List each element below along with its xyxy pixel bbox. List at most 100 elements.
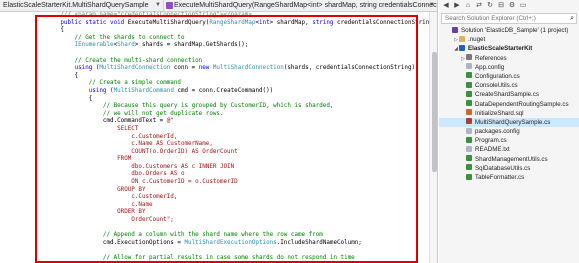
code-token: (shards, credentialsConnectionString)) [283, 65, 419, 72]
refresh-icon[interactable]: ↻ [486, 2, 494, 10]
cfg-file-icon [466, 63, 472, 70]
code-token: cmd = conn.CreateCommand()) [173, 87, 274, 94]
cs-file-icon [466, 72, 472, 79]
code-line: public static void ExecuteMultiShardQuer… [32, 19, 436, 28]
code-token: COUNT(o.OrderID) AS OrderCount [32, 148, 238, 155]
tree-item[interactable]: TableFormatter.cs [439, 173, 579, 182]
cs-file-icon [466, 90, 472, 97]
code-line: COUNT(o.OrderID) AS OrderCount [32, 149, 428, 157]
code-line: dbo.Customers AS c INNER JOIN [32, 164, 428, 172]
tree-item[interactable]: DataDependentRoutingSample.cs [439, 100, 579, 109]
code-token: { [32, 72, 79, 79]
explorer-search-input[interactable]: Search Solution Explorer (Ctrl+;) ⌕ [441, 13, 577, 24]
tree-item[interactable]: ◢ ElasticScaleStarterKit [439, 44, 579, 53]
code-line: // Append a column with the shard name w… [32, 232, 428, 240]
code-line: c.CustomerId, [32, 194, 428, 202]
code-line: SELECT [32, 126, 428, 134]
code-token: c.Name AS CustomerName, [32, 141, 213, 148]
solution-explorer: ◀ ▶ ⌂ ⇄ ↻ ⊟ ⚙ ▭ Search Solution Explorer… [439, 0, 579, 263]
ref-file-icon [466, 54, 472, 61]
code-token: // Allow for partial results in case som… [32, 255, 355, 261]
code-token: @" [166, 118, 174, 125]
tree-item[interactable]: MultiShardQuerySample.cs [439, 117, 579, 128]
tree-item[interactable]: InitializeShard.sql [439, 109, 579, 118]
code-token: OrderCount"; [32, 217, 174, 224]
tree-item-label: Program.cs [475, 137, 507, 145]
cs-red-file-icon [466, 118, 472, 125]
tree-item[interactable]: packages.config [439, 127, 579, 136]
tree-item[interactable]: Solution 'ElasticDB_Sample' (1 project) [439, 26, 579, 35]
tree-item[interactable]: SqlDatabaseUtils.cs [439, 164, 579, 173]
code-line: IEnumerable<Shard> shards = shardMap.Get… [32, 42, 428, 50]
tree-item[interactable]: ShardManagementUtils.cs [439, 155, 579, 164]
method-icon [166, 2, 173, 9]
tree-item[interactable]: ▷ .nuget [439, 35, 579, 44]
code-line: cmd.ExecutionOptions = MultiShardExecuti… [32, 240, 428, 248]
code-token: using [74, 65, 93, 72]
code-token: ExecuteMultiShardQuery( [127, 19, 210, 26]
class-dropdown[interactable]: ElasticScaleStarterKit.MultiShardQuerySa… [0, 0, 164, 12]
tree-item-label: SqlDatabaseUtils.cs [475, 164, 531, 172]
code-token: conn = [170, 65, 199, 72]
code-area[interactable]: /// <param name="credentialsConnectionSt… [32, 12, 436, 263]
cs-file-icon [466, 164, 472, 171]
tree-item[interactable]: App.config [439, 63, 579, 72]
cs-file-icon [466, 81, 472, 88]
code-line: using (MultiShardConnection conn = new M… [32, 65, 428, 73]
tree-item[interactable]: ConsoleUtils.cs [439, 81, 579, 90]
scrollbar-thumb[interactable] [432, 52, 437, 172]
code-token: cmd.ExecutionOptions = [32, 239, 185, 246]
code-editor[interactable]: ElasticScaleStarterKit.MultiShardQuerySa… [0, 0, 438, 263]
back-icon[interactable]: ◀ [442, 2, 450, 10]
code-token: MultiShardCommand [113, 87, 174, 94]
code-token: credentialsConnectionString) [333, 19, 437, 26]
tree-item[interactable]: CreateShardSample.cs [439, 90, 579, 99]
tree-item-label: packages.config [475, 128, 520, 136]
code-line: FROM [32, 156, 428, 164]
code-token: ( [106, 87, 114, 94]
code-token: MultiShardConnection [212, 65, 284, 72]
tree-item-label: App.config [475, 63, 505, 71]
explorer-toolbar: ◀ ▶ ⌂ ⇄ ↻ ⊟ ⚙ ▭ [439, 0, 579, 12]
tree-item-label: ConsoleUtils.cs [475, 82, 518, 90]
tree-item[interactable]: Configuration.cs [439, 72, 579, 81]
code-line: // we will not get duplicate rows. [32, 111, 428, 119]
home-icon[interactable]: ⌂ [464, 2, 472, 10]
sync-icon[interactable]: ⇄ [475, 2, 483, 10]
forward-icon[interactable]: ▶ [453, 2, 461, 10]
chevron-down-icon: ▼ [429, 2, 435, 8]
member-dropdown-value: ExecuteMultiShardQuery(RangeShardMap<int… [174, 2, 438, 9]
code-line: // Get the shards to connect to [32, 35, 428, 43]
code-line: // Create the multi-shard connection [32, 58, 428, 66]
editor-vertical-scrollbar[interactable] [429, 12, 437, 263]
code-line: using (MultiShardCommand cmd = conn.Crea… [32, 88, 428, 96]
code-token: RangeShardMap [209, 19, 256, 26]
preview-icon[interactable]: ▭ [519, 2, 527, 10]
tree-item-label: References [475, 54, 507, 62]
code-line: ORDER BY [32, 209, 428, 217]
collapse-all-icon[interactable]: ⊟ [497, 2, 505, 10]
cs-file-icon [466, 155, 472, 162]
code-token: IEnumerable [74, 42, 114, 49]
tree-item[interactable]: ▷ References [439, 54, 579, 63]
code-token: int [259, 19, 270, 26]
cfg-file-icon [466, 145, 472, 152]
search-icon[interactable]: ⌕ [570, 14, 574, 23]
code-token: // Get the shards to connect to [32, 34, 185, 41]
tree-item[interactable]: Program.cs [439, 136, 579, 145]
code-line: c.CustomerId, [32, 134, 428, 142]
code-token: FROM [32, 156, 132, 163]
code-token: GROUP BY [32, 186, 146, 193]
code-token: { [32, 27, 64, 34]
code-line: dbo.Orders AS o [32, 171, 428, 179]
code-token: // Append a column with the shard name w… [32, 232, 323, 239]
member-dropdown[interactable]: ExecuteMultiShardQuery(RangeShardMap<int… [164, 0, 438, 12]
editor-gutter [0, 12, 30, 263]
tree-item[interactable]: README.txt [439, 145, 579, 154]
code-token: c.CustomerId, [32, 133, 178, 140]
properties-icon[interactable]: ⚙ [508, 2, 516, 10]
tree-item-label: MultiShardQuerySample.cs [475, 118, 551, 126]
code-token: Shard [117, 42, 135, 49]
